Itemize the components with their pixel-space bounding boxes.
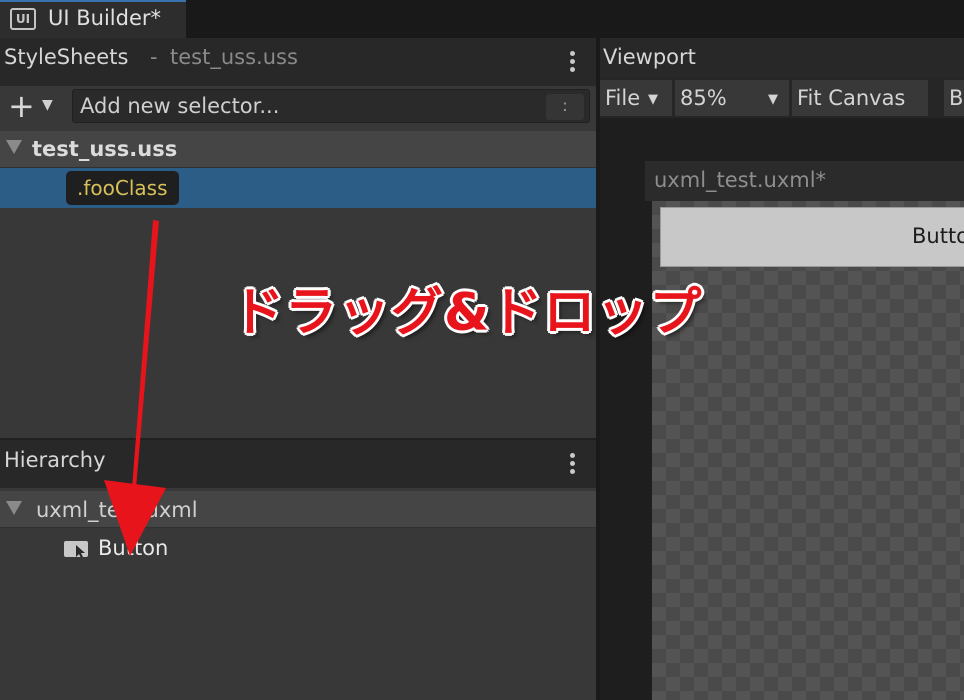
chevron-down-icon: ▼ bbox=[648, 92, 658, 107]
expand-triangle-icon[interactable] bbox=[6, 140, 22, 154]
active-stylesheet-name: test_uss.uss bbox=[170, 45, 298, 69]
expand-triangle-icon[interactable] bbox=[6, 501, 22, 515]
stylesheets-title: StyleSheets bbox=[4, 45, 129, 69]
fit-canvas-button[interactable]: Fit Canvas bbox=[792, 80, 928, 116]
tab-title: UI Builder* bbox=[48, 6, 162, 30]
chevron-down-icon: ▼ bbox=[42, 97, 53, 113]
ui-builder-icon: UI bbox=[10, 8, 36, 30]
hierarchy-menu-icon[interactable] bbox=[570, 453, 576, 477]
selector-options-button[interactable]: : bbox=[546, 94, 584, 120]
viewport-title: Viewport bbox=[603, 45, 696, 69]
canvas-button-label: Button bbox=[912, 224, 964, 248]
file-menu-button[interactable]: File bbox=[600, 80, 672, 116]
stylesheets-menu-icon[interactable] bbox=[570, 51, 576, 75]
stylesheet-label: test_uss.uss bbox=[32, 137, 178, 161]
drag-arrow-icon bbox=[104, 220, 166, 556]
button-element-icon bbox=[64, 541, 88, 558]
toolbar-overflow-button[interactable]: B bbox=[944, 80, 964, 116]
title-separator: - bbox=[150, 45, 158, 69]
drag-and-drop-annotation: ドラッグ&ドロップ bbox=[232, 283, 703, 343]
hierarchy-title: Hierarchy bbox=[4, 448, 106, 472]
document-title: uxml_test.uxml* bbox=[654, 168, 827, 192]
add-selector-placeholder: Add new selector... bbox=[80, 94, 280, 118]
chevron-down-icon: ▼ bbox=[768, 92, 778, 107]
plus-icon: + bbox=[8, 87, 35, 125]
selector-class-pill[interactable]: .fooClass bbox=[66, 171, 179, 205]
